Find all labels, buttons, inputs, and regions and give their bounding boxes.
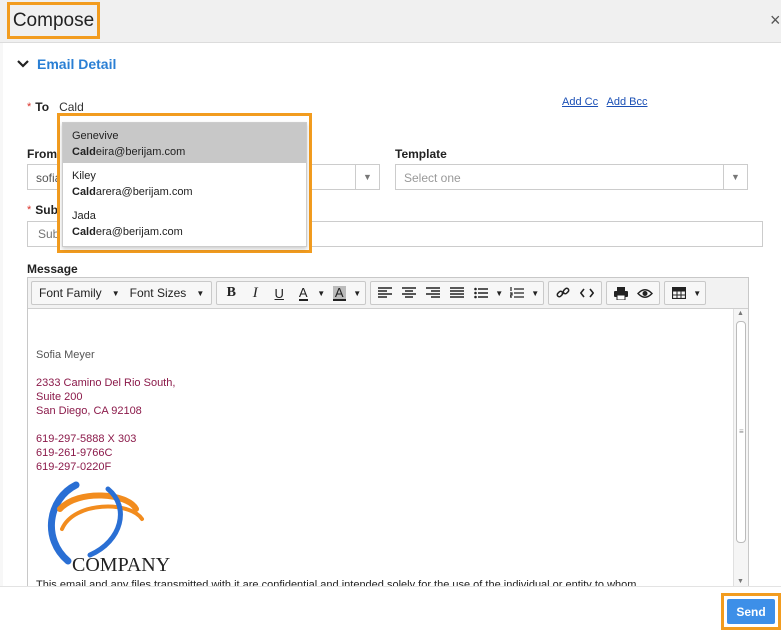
section-title: Email Detail xyxy=(37,56,117,72)
address-line: Suite 200 xyxy=(36,391,83,403)
link-icon[interactable] xyxy=(551,282,575,304)
align-right-icon[interactable] xyxy=(421,282,445,304)
italic-button[interactable]: I xyxy=(243,282,267,304)
font-group: Font Family ▼ Font Sizes ▼ xyxy=(31,281,213,305)
suggestion-name: Jada xyxy=(72,210,96,222)
suggestion-email: Caldeira@berijam.com xyxy=(72,146,186,158)
send-highlight: Send xyxy=(721,593,781,630)
signature-name: Sofia Meyer xyxy=(36,349,95,361)
font-family-label: Font Family xyxy=(39,286,102,300)
address-line: San Diego, CA 92108 xyxy=(36,405,142,417)
justify-icon[interactable] xyxy=(445,282,469,304)
message-editor[interactable]: Font Family ▼ Font Sizes ▼ B I U A ▼ A ▼ xyxy=(27,277,749,587)
message-label: Message xyxy=(27,262,78,276)
phone-line: 619-261-9766C xyxy=(36,447,113,459)
chevron-down-icon xyxy=(17,60,29,68)
template-select[interactable]: Select one ▼ xyxy=(395,164,748,190)
email-detail-header[interactable]: Email Detail xyxy=(17,56,116,72)
format-group: B I U A ▼ A ▼ xyxy=(216,281,367,305)
to-label: To xyxy=(35,100,50,114)
caret-down-icon[interactable]: ▼ xyxy=(493,289,505,298)
caret-down-icon[interactable]: ▼ xyxy=(351,289,363,298)
add-cc-link[interactable]: Add Cc xyxy=(562,96,598,108)
numbered-list-icon[interactable] xyxy=(505,282,529,304)
logo-text: COMPANY xyxy=(72,554,170,576)
suggestion-highlight: Genevive Caldeira@berijam.com Kiley Cald… xyxy=(57,113,312,253)
underline-button[interactable]: U xyxy=(267,282,291,304)
scroll-up-icon[interactable]: ▲ xyxy=(737,310,744,317)
editor-scrollbar[interactable]: ▲ ≡ ▼ xyxy=(733,309,748,587)
template-value: Select one xyxy=(404,171,461,185)
font-family-dropdown[interactable]: Font Family ▼ xyxy=(34,282,125,304)
suggestion-item[interactable]: Kiley Caldarera@berijam.com xyxy=(63,163,306,203)
address-line: 2333 Camino Del Rio South, xyxy=(36,377,176,389)
code-view-icon[interactable] xyxy=(575,282,599,304)
align-left-icon[interactable] xyxy=(373,282,397,304)
suggestion-item[interactable]: Jada Caldera@berijam.com xyxy=(63,203,306,243)
required-marker: * xyxy=(27,101,32,113)
phone-line: 619-297-5888 X 303 xyxy=(36,433,137,445)
caret-down-icon[interactable]: ▼ xyxy=(691,289,703,298)
signature-phones: 619-297-5888 X 303 619-261-9766C 619-297… xyxy=(36,432,136,474)
required-marker: * xyxy=(27,204,32,216)
to-row: * To Cald xyxy=(27,100,84,114)
caret-down-icon[interactable]: ▼ xyxy=(529,289,541,298)
add-bcc-link[interactable]: Add Bcc xyxy=(607,96,648,108)
company-logo: COMPANY xyxy=(47,481,170,576)
suggestion-item[interactable]: Genevive Caldeira@berijam.com xyxy=(63,123,306,163)
subject-label-row: * Sub xyxy=(27,203,58,217)
bold-button[interactable]: B xyxy=(219,282,243,304)
chevron-down-icon: ▼ xyxy=(355,165,379,189)
bg-color-button[interactable]: A xyxy=(327,282,351,304)
bg-color-icon: A xyxy=(332,284,346,301)
grip-icon: ≡ xyxy=(739,427,744,436)
suggestion-email: Caldarera@berijam.com xyxy=(72,186,193,198)
view-group xyxy=(606,281,661,305)
scrollbar-thumb[interactable]: ≡ xyxy=(736,321,746,543)
dialog-footer xyxy=(0,586,781,636)
dialog-title-bar: Compose × xyxy=(0,0,781,43)
paragraph-group: ▼ ▼ xyxy=(370,281,545,305)
text-color-button[interactable]: A xyxy=(291,282,315,304)
caret-down-icon[interactable]: ▼ xyxy=(315,289,327,298)
close-icon[interactable]: × xyxy=(770,10,781,31)
dialog-title: Compose xyxy=(12,9,95,31)
to-input[interactable]: Cald xyxy=(59,100,84,114)
template-label: Template xyxy=(395,147,447,161)
scroll-down-icon[interactable]: ▼ xyxy=(737,578,744,585)
title-highlight: Compose xyxy=(7,2,100,39)
signature-address: 2333 Camino Del Rio South, Suite 200 San… xyxy=(36,376,175,418)
insert-group xyxy=(548,281,603,305)
suggestion-name: Kiley xyxy=(72,170,96,182)
print-icon[interactable] xyxy=(609,282,633,304)
align-center-icon[interactable] xyxy=(397,282,421,304)
font-size-dropdown[interactable]: Font Sizes ▼ xyxy=(125,282,210,304)
suggestion-name: Genevive xyxy=(72,130,119,142)
send-button[interactable]: Send xyxy=(727,599,775,624)
suggestion-email: Caldera@berijam.com xyxy=(72,226,183,238)
table-group: ▼ xyxy=(664,281,707,305)
preview-eye-icon[interactable] xyxy=(633,282,657,304)
text-color-icon: A xyxy=(298,284,308,301)
recipient-suggestions: Genevive Caldeira@berijam.com Kiley Cald… xyxy=(62,122,307,247)
caret-down-icon: ▼ xyxy=(196,288,205,298)
caret-down-icon: ▼ xyxy=(111,288,120,298)
editor-content[interactable]: Sofia Meyer 2333 Camino Del Rio South, S… xyxy=(28,309,733,587)
table-icon[interactable] xyxy=(667,282,691,304)
left-edge xyxy=(0,43,3,586)
font-size-label: Font Sizes xyxy=(129,286,187,300)
subject-label: Sub xyxy=(35,203,58,217)
bullet-list-icon[interactable] xyxy=(469,282,493,304)
from-label: From xyxy=(27,147,57,161)
editor-toolbar: Font Family ▼ Font Sizes ▼ B I U A ▼ A ▼ xyxy=(28,278,748,309)
cc-links: Add Cc Add Bcc xyxy=(562,96,654,108)
phone-line: 619-297-0220F xyxy=(36,461,112,473)
chevron-down-icon: ▼ xyxy=(723,165,747,189)
